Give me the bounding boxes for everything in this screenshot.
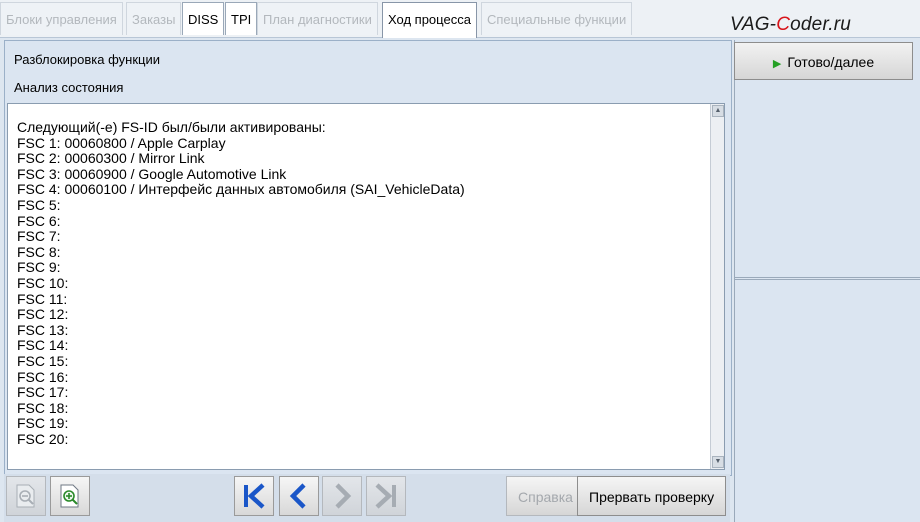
output-line: Следующий(-е) FS-ID был/были активирован… — [17, 119, 326, 135]
output-line: FSC 3: 00060900 / Google Automotive Link — [17, 165, 287, 182]
scroll-down-icon[interactable]: ▼ — [712, 456, 724, 468]
tab-diss[interactable]: DISS — [182, 2, 225, 35]
tab-tpi[interactable]: TPI — [225, 2, 258, 35]
right-panel: ▶ Готово/далее — [734, 40, 920, 522]
previous-button[interactable] — [279, 476, 319, 516]
output-text: Следующий(-е) FS-ID был/были активирован… — [17, 119, 465, 447]
output-line: FSC 9: — [17, 259, 61, 276]
tab-control-units[interactable]: Блоки управления — [0, 2, 123, 35]
right-panel-border — [734, 40, 735, 522]
vertical-scrollbar[interactable]: ▲ ▼ — [710, 104, 724, 469]
chevron-right-icon — [335, 483, 352, 509]
tab-orders[interactable]: Заказы — [126, 2, 182, 35]
tab-special-functions[interactable]: Специальные функции — [481, 2, 633, 35]
chevron-left-icon — [289, 483, 306, 509]
first-page-icon — [244, 483, 265, 509]
zoom-in-icon — [60, 484, 79, 508]
output-line: FSC 4: 00060100 / Интерфейс данных автом… — [17, 181, 465, 198]
output-line: FSC 16: — [17, 368, 69, 385]
last-page-icon — [375, 483, 396, 509]
output-line: FSC 1: 00060800 / Apple Carplay — [17, 134, 226, 151]
tab-bar: Блоки управления Заказы DISS TPI План ди… — [0, 0, 920, 38]
output-line: FSC 15: — [17, 352, 69, 369]
output-line: FSC 8: — [17, 243, 61, 260]
scroll-up-icon[interactable]: ▲ — [712, 105, 724, 117]
watermark-logo: VAG-Coder.ru — [730, 14, 852, 35]
output-line: FSC 13: — [17, 321, 69, 338]
output-line: FSC 18: — [17, 399, 69, 416]
output-line: FSC 11: — [17, 290, 68, 307]
output-line: FSC 5: — [17, 196, 61, 213]
status-analysis-label: Анализ состояния — [14, 80, 124, 95]
output-text-area[interactable]: Следующий(-е) FS-ID был/были активирован… — [7, 103, 725, 470]
output-line: FSC 12: — [17, 306, 69, 323]
main-panel: Разблокировка функции Анализ состояния С… — [4, 40, 732, 476]
output-line: FSC 14: — [17, 337, 69, 354]
function-unlock-label: Разблокировка функции — [14, 52, 160, 67]
abort-test-button[interactable]: Прервать проверку — [577, 476, 727, 516]
tab-process[interactable]: Ход процесса — [382, 2, 477, 38]
done-next-button[interactable]: ▶ Готово/далее — [734, 42, 913, 80]
output-line: FSC 2: 00060300 / Mirror Link — [17, 150, 205, 167]
tab-diagnostic-plan[interactable]: План диагностики — [257, 2, 378, 35]
right-divider-2 — [734, 279, 920, 280]
output-line: FSC 20: — [17, 430, 69, 447]
output-line: FSC 17: — [17, 384, 69, 401]
bottom-bar: Справка Прервать проверку — [4, 474, 730, 522]
output-line: FSC 6: — [17, 212, 61, 229]
right-divider-1 — [734, 277, 920, 278]
zoom-out-icon — [16, 484, 35, 508]
zoom-out-button[interactable] — [6, 476, 46, 516]
zoom-in-button[interactable] — [50, 476, 90, 516]
done-next-label: Готово/далее — [787, 54, 875, 70]
next-button[interactable] — [322, 476, 362, 516]
play-icon: ▶ — [772, 58, 782, 70]
output-line: FSC 10: — [17, 274, 69, 291]
output-line: FSC 7: — [17, 228, 61, 245]
first-page-button[interactable] — [234, 476, 274, 516]
help-button[interactable]: Справка — [506, 476, 585, 516]
output-line: FSC 19: — [17, 415, 69, 432]
last-page-button[interactable] — [366, 476, 406, 516]
